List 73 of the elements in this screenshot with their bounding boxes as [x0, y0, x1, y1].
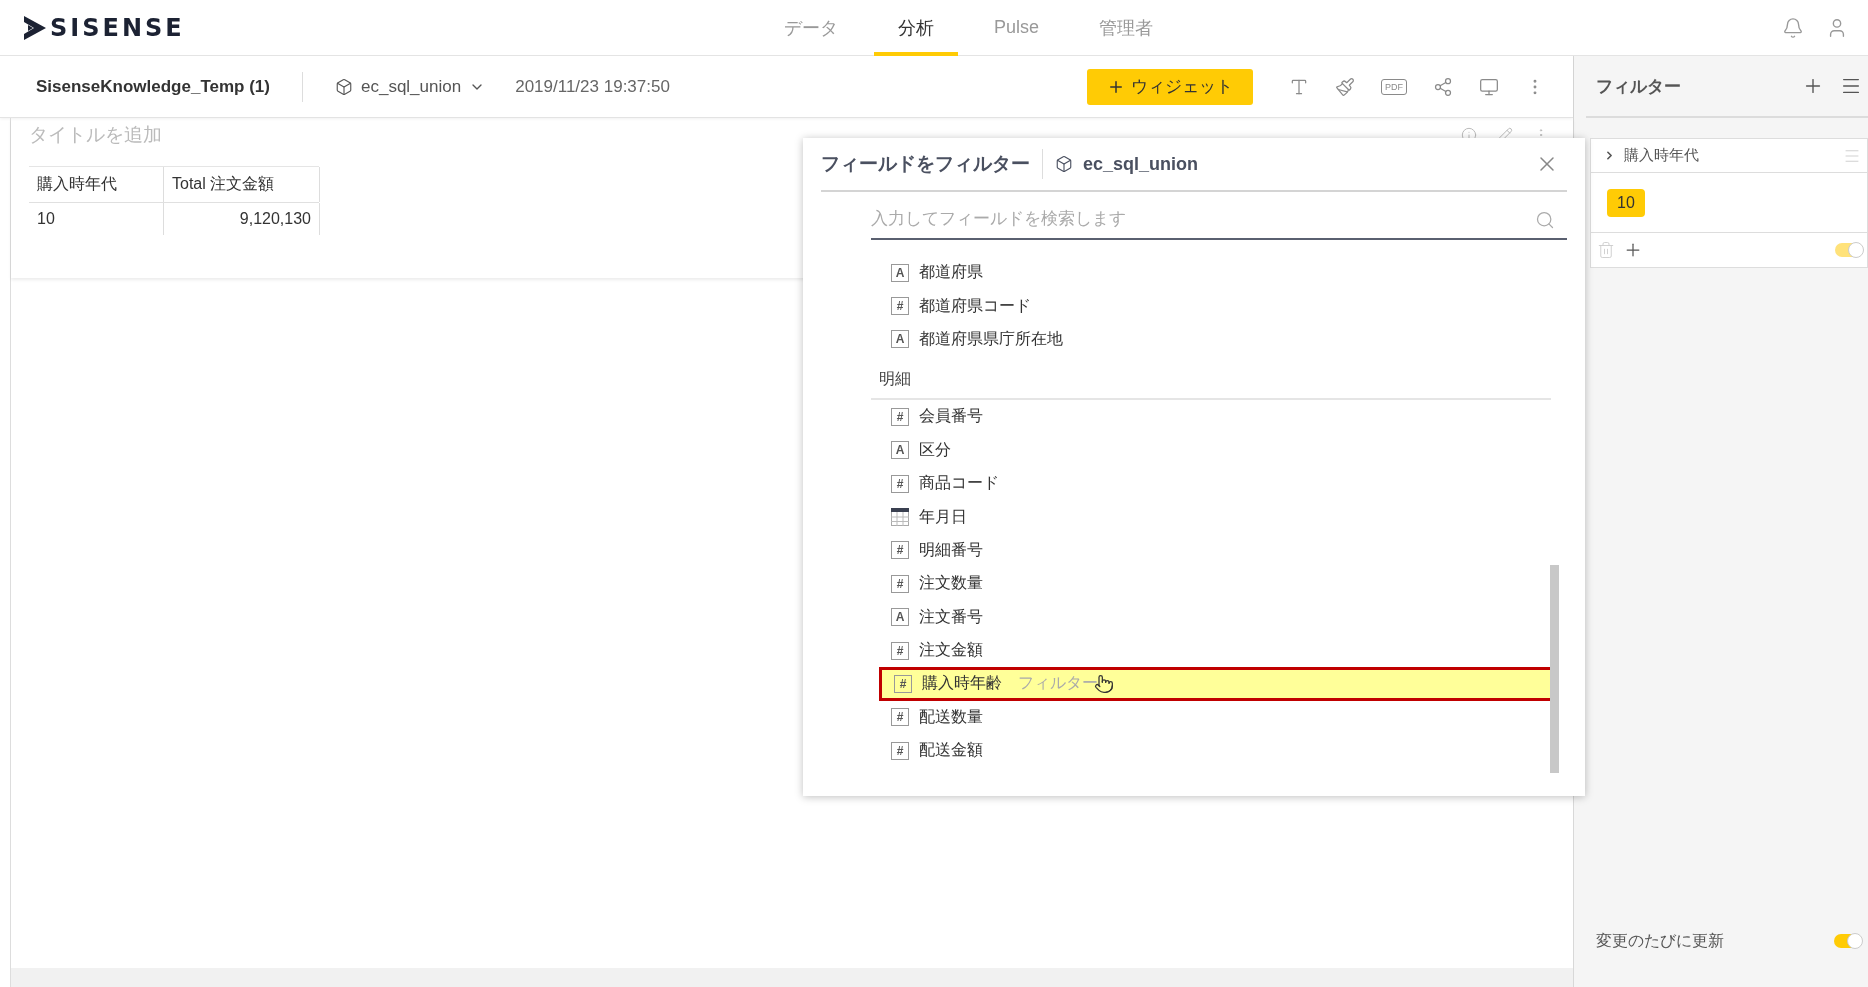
field-label: 都道府県コード: [919, 295, 1031, 316]
text-type-icon: A: [891, 330, 909, 349]
field-item[interactable]: A 注文番号: [871, 600, 1567, 634]
field-label: 注文金額: [919, 640, 983, 661]
number-type-icon: #: [891, 708, 909, 727]
field-label: 区分: [919, 439, 951, 460]
column-header: Total 注文金額: [164, 167, 320, 202]
field-item[interactable]: # 会員番号: [871, 400, 1567, 434]
datasource-name[interactable]: ec_sql_union: [360, 76, 462, 97]
number-type-icon: #: [894, 675, 912, 693]
field-label: 注文番号: [919, 606, 983, 627]
datasource-name: ec_sql_union: [1083, 153, 1199, 175]
dashboard-title: SisenseKnowledge_Temp (1): [36, 76, 270, 97]
brush-icon[interactable]: [1335, 76, 1355, 97]
add-widget-button[interactable]: ウィジェット: [1087, 68, 1253, 105]
text-type-icon: A: [891, 441, 909, 460]
number-type-icon: #: [891, 407, 909, 426]
nav-tab[interactable]: 分析: [874, 0, 958, 56]
field-item[interactable]: A 都道府県: [871, 256, 1567, 290]
calendar-icon: [891, 508, 909, 527]
cube-icon: [1055, 155, 1073, 173]
share-icon[interactable]: [1433, 76, 1453, 97]
number-type-icon: #: [891, 474, 909, 493]
number-type-icon: #: [891, 541, 909, 560]
number-type-icon: #: [891, 574, 909, 593]
search-field[interactable]: 入力してフィールドを検索します: [871, 200, 1567, 240]
field-label: 注文数量: [919, 573, 983, 594]
field-label: 商品コード: [919, 473, 999, 494]
field-label: 年月日: [919, 506, 967, 527]
panel-title: フィルター: [1596, 75, 1681, 98]
field-label: 都道府県: [919, 262, 983, 283]
field-item[interactable]: # 明細番号: [871, 533, 1567, 568]
text-type-icon: A: [891, 608, 909, 627]
field-item[interactable]: # 配送金額: [871, 734, 1567, 768]
bell-icon[interactable]: [1782, 16, 1804, 39]
field-item[interactable]: # 都道府県コード: [871, 289, 1567, 323]
field-item[interactable]: # 購入時年齢 フィルター: [879, 667, 1553, 701]
filter-value-chip: 10: [1607, 188, 1645, 217]
pdf-button[interactable]: PDF: [1381, 78, 1407, 95]
dialog-title: フィールドをフィルター: [821, 152, 1030, 176]
toggle-switch[interactable]: [1835, 243, 1863, 257]
field-label: 明細番号: [919, 539, 983, 560]
group-header: 明細: [871, 360, 1551, 401]
table-cell: 9,120,130: [164, 203, 320, 235]
cube-icon: [334, 77, 353, 96]
number-type-icon: #: [891, 741, 909, 760]
field-item[interactable]: # 注文金額: [871, 633, 1567, 668]
field-label: 都道府県県庁所在地: [919, 328, 1063, 349]
updated-time: 2019/11/23 19:37:50: [515, 76, 670, 97]
field-label: 配送金額: [919, 740, 983, 761]
number-type-icon: #: [891, 641, 909, 660]
scrollbar[interactable]: [1550, 565, 1559, 773]
hand-cursor-icon: [1094, 674, 1114, 694]
field-item[interactable]: # 注文数量: [871, 567, 1567, 601]
field-item[interactable]: A 区分: [871, 433, 1567, 467]
table-cell: 10: [29, 203, 164, 235]
column-header: 購入時年代: [29, 167, 164, 202]
field-label: 会員番号: [919, 406, 983, 427]
field-item[interactable]: # 配送数量: [871, 700, 1567, 735]
field-item[interactable]: A 都道府県県庁所在地: [871, 322, 1567, 357]
field-item[interactable]: 年月日: [871, 500, 1567, 534]
number-type-icon: #: [891, 297, 909, 316]
search-icon[interactable]: [1535, 210, 1555, 230]
toggle-switch[interactable]: [1834, 934, 1862, 948]
auto-update-label: 変更のたびに更新: [1596, 930, 1724, 951]
field-label: 配送数量: [919, 706, 983, 727]
logo-icon: [24, 15, 46, 40]
field-label: 購入時年齢: [922, 673, 1002, 694]
logo: SISENSE: [50, 13, 185, 42]
filter-name[interactable]: 購入時年代: [1624, 146, 1699, 165]
field-item[interactable]: # 商品コード: [871, 466, 1567, 501]
text-type-icon: A: [891, 263, 909, 282]
monitor-icon[interactable]: [1479, 76, 1499, 97]
